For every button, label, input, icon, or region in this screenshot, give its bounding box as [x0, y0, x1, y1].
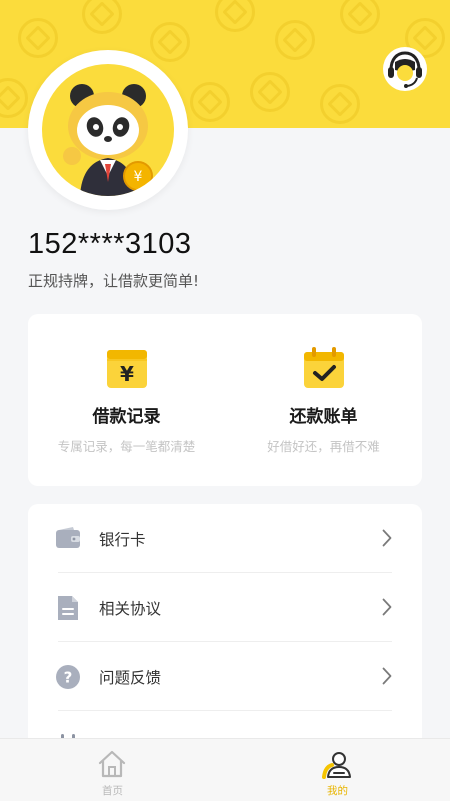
slogan-text: 正规持牌，让借款更简单! — [28, 272, 200, 290]
loan-records-button[interactable]: ¥ 借款记录 专属记录，每一笔都清楚 — [28, 314, 225, 486]
menu-item-label: 银行卡 — [99, 531, 146, 549]
document-icon — [55, 595, 81, 621]
svg-text:?: ? — [64, 669, 73, 687]
yuan-box-icon: ¥ — [104, 346, 150, 392]
quick-actions-card: ¥ 借款记录 专属记录，每一笔都清楚 还款账单 好借好还，再借不难 — [28, 314, 422, 486]
chevron-right-icon — [382, 529, 392, 547]
avatar[interactable]: ¥ — [28, 50, 188, 210]
panda-mascot-icon: ¥ — [42, 64, 174, 196]
chevron-right-icon — [382, 598, 392, 616]
customer-service-icon[interactable] — [382, 46, 428, 92]
chevron-right-icon — [382, 667, 392, 685]
calendar-check-icon — [301, 346, 347, 392]
user-icon — [322, 749, 352, 779]
menu-item-label: 相关协议 — [99, 600, 162, 618]
svg-text:¥: ¥ — [120, 362, 134, 386]
tab-mine-label: 我的 — [327, 785, 348, 797]
bottom-tab-bar: 首页 我的 — [0, 738, 450, 801]
loan-records-subtitle: 专属记录，每一笔都清楚 — [57, 439, 196, 454]
menu-item-bank-card[interactable]: 银行卡 — [28, 504, 422, 573]
tab-home-label: 首页 — [102, 785, 123, 797]
user-phone-number: 152****3103 — [28, 228, 192, 260]
menu-item-agreements[interactable]: 相关协议 — [28, 573, 422, 642]
question-icon: ? — [55, 664, 81, 690]
repayment-bill-title: 还款账单 — [289, 407, 358, 427]
menu-item-feedback[interactable]: ? 问题反馈 — [28, 642, 422, 711]
tab-mine[interactable]: 我的 — [225, 739, 450, 801]
wallet-icon — [55, 526, 81, 552]
menu-list: 银行卡 相关协议 ? 问题反馈 — [28, 504, 422, 764]
loan-records-title: 借款记录 — [92, 407, 161, 427]
repayment-bill-subtitle: 好借好还，再借不难 — [267, 439, 380, 454]
home-icon — [97, 749, 127, 779]
repayment-bill-button[interactable]: 还款账单 好借好还，再借不难 — [225, 314, 422, 486]
svg-text:¥: ¥ — [134, 169, 143, 185]
menu-item-label: 问题反馈 — [99, 669, 162, 687]
tab-home[interactable]: 首页 — [0, 739, 225, 801]
